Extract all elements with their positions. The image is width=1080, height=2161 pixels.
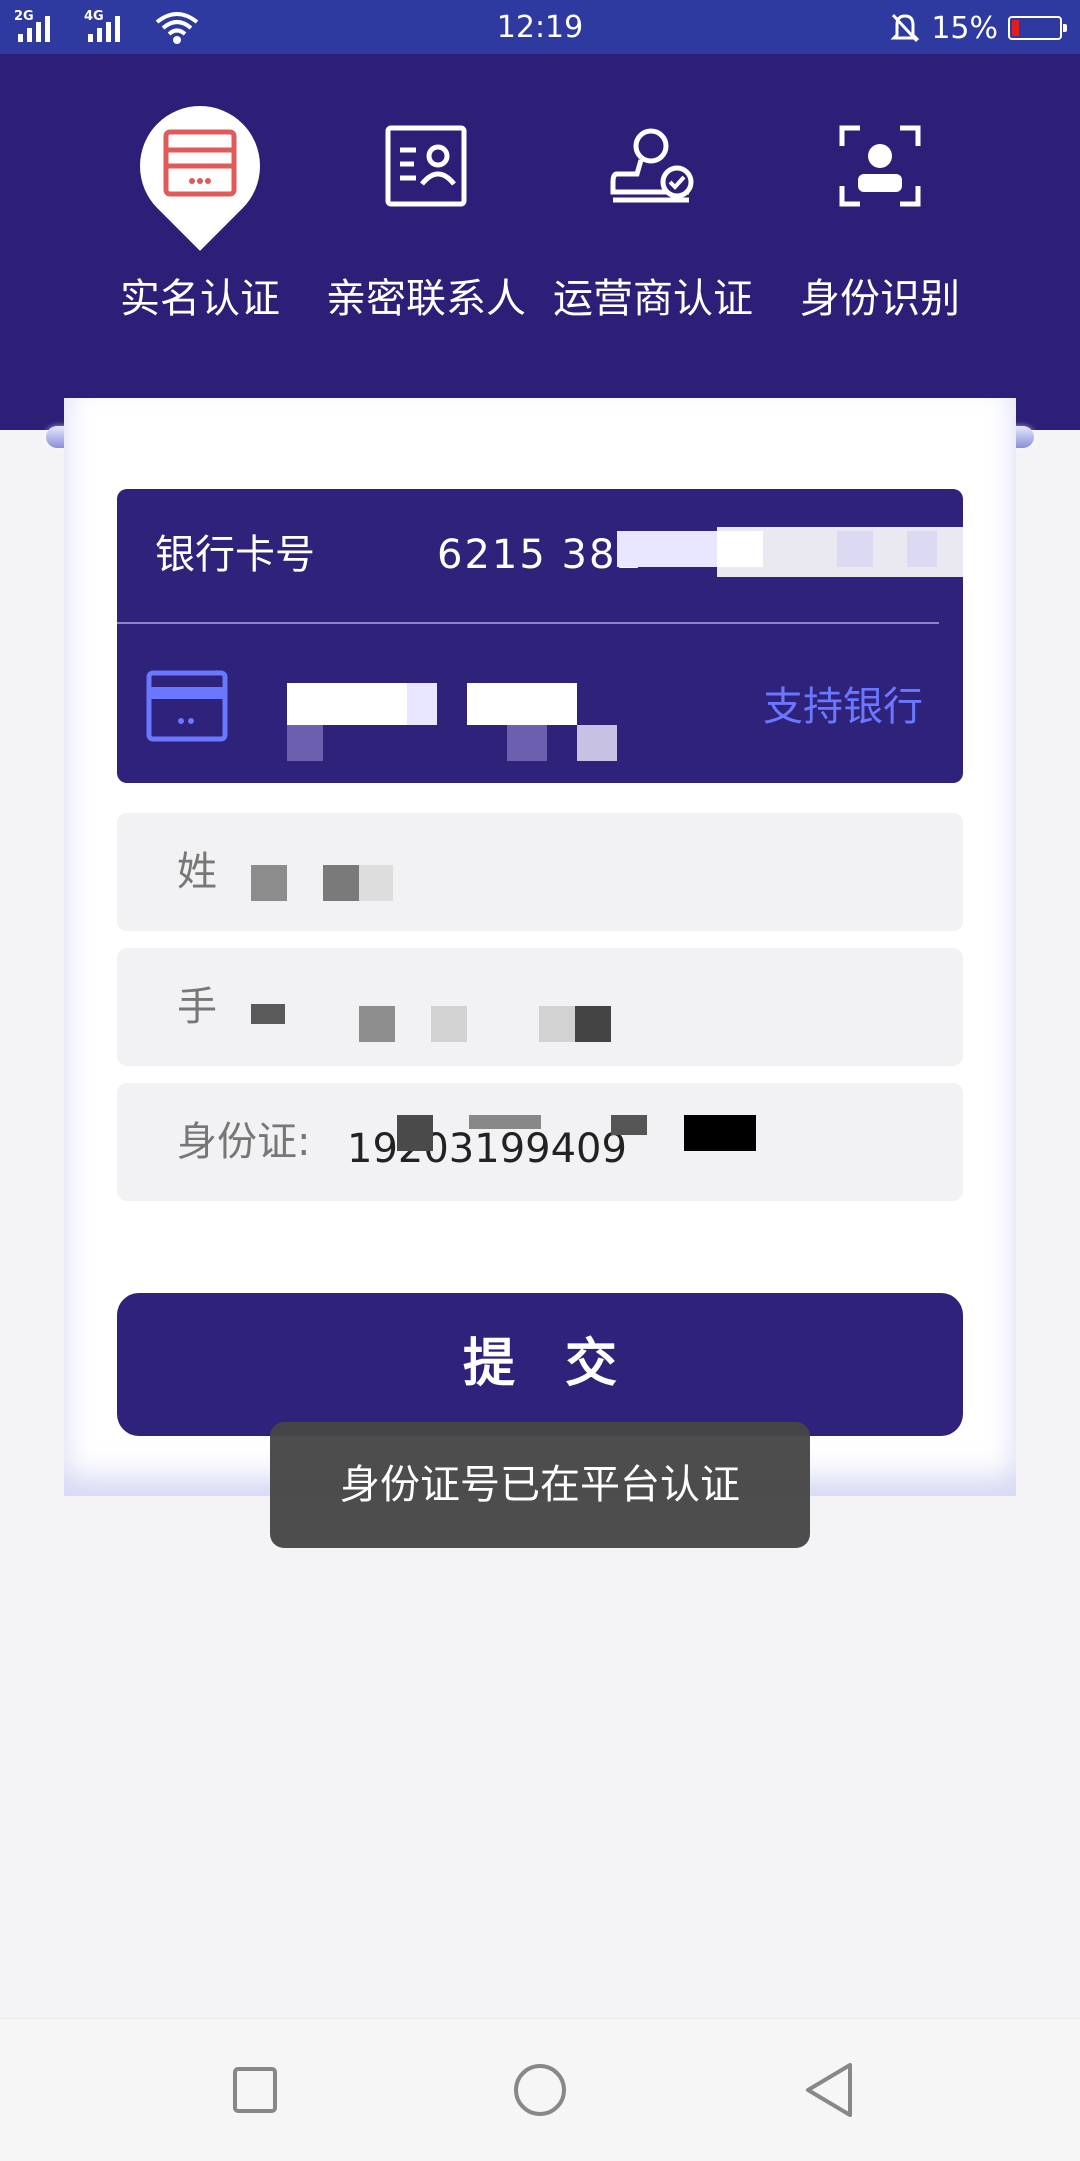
step-label: 运营商认证 xyxy=(553,276,753,322)
battery-fill xyxy=(1012,20,1019,36)
system-nav-bar xyxy=(0,2018,1080,2161)
bell-muted-icon xyxy=(890,13,920,43)
phone-label: 手 xyxy=(177,984,217,1030)
id-card-field[interactable]: 身份证: 19203199409 xyxy=(117,1083,963,1201)
name-field[interactable]: 姓 xyxy=(117,813,963,931)
verification-steps-header: 实名认证 亲密联系人 运营商认证 身份识别 xyxy=(0,54,1080,448)
id-card-label: 身份证: xyxy=(177,1119,311,1165)
contact-card-icon xyxy=(385,125,467,207)
battery-percent: 15% xyxy=(931,10,998,46)
phone-field[interactable]: 手 xyxy=(117,948,963,1066)
status-bar: 2G 4G 12:19 15% xyxy=(0,0,1080,54)
toast-message: 身份证号已在平台认证 xyxy=(270,1422,810,1548)
face-scan-icon xyxy=(839,125,921,207)
home-icon[interactable] xyxy=(500,2059,580,2121)
battery-icon xyxy=(1008,16,1067,40)
back-icon[interactable] xyxy=(790,2059,870,2121)
carrier-stamp-icon xyxy=(610,128,694,203)
submit-button[interactable]: 提交 xyxy=(117,1293,963,1436)
name-label: 姓 xyxy=(177,849,217,895)
step-label: 实名认证 xyxy=(120,276,280,322)
step-label: 亲密联系人 xyxy=(326,276,526,322)
bank-card-label: 银行卡号 xyxy=(155,532,315,578)
bank-card-number-input[interactable]: 6215 382 xyxy=(437,525,644,585)
id-card-icon xyxy=(163,129,237,197)
supported-banks-link[interactable]: 支持银行 xyxy=(763,677,923,737)
recent-apps-icon[interactable] xyxy=(215,2059,295,2121)
credit-card-icon xyxy=(146,670,228,742)
bank-card-panel: 银行卡号 6215 382 支持银行 xyxy=(117,489,963,783)
bank-card-divider xyxy=(117,622,939,624)
step-label: 身份识别 xyxy=(800,276,960,322)
